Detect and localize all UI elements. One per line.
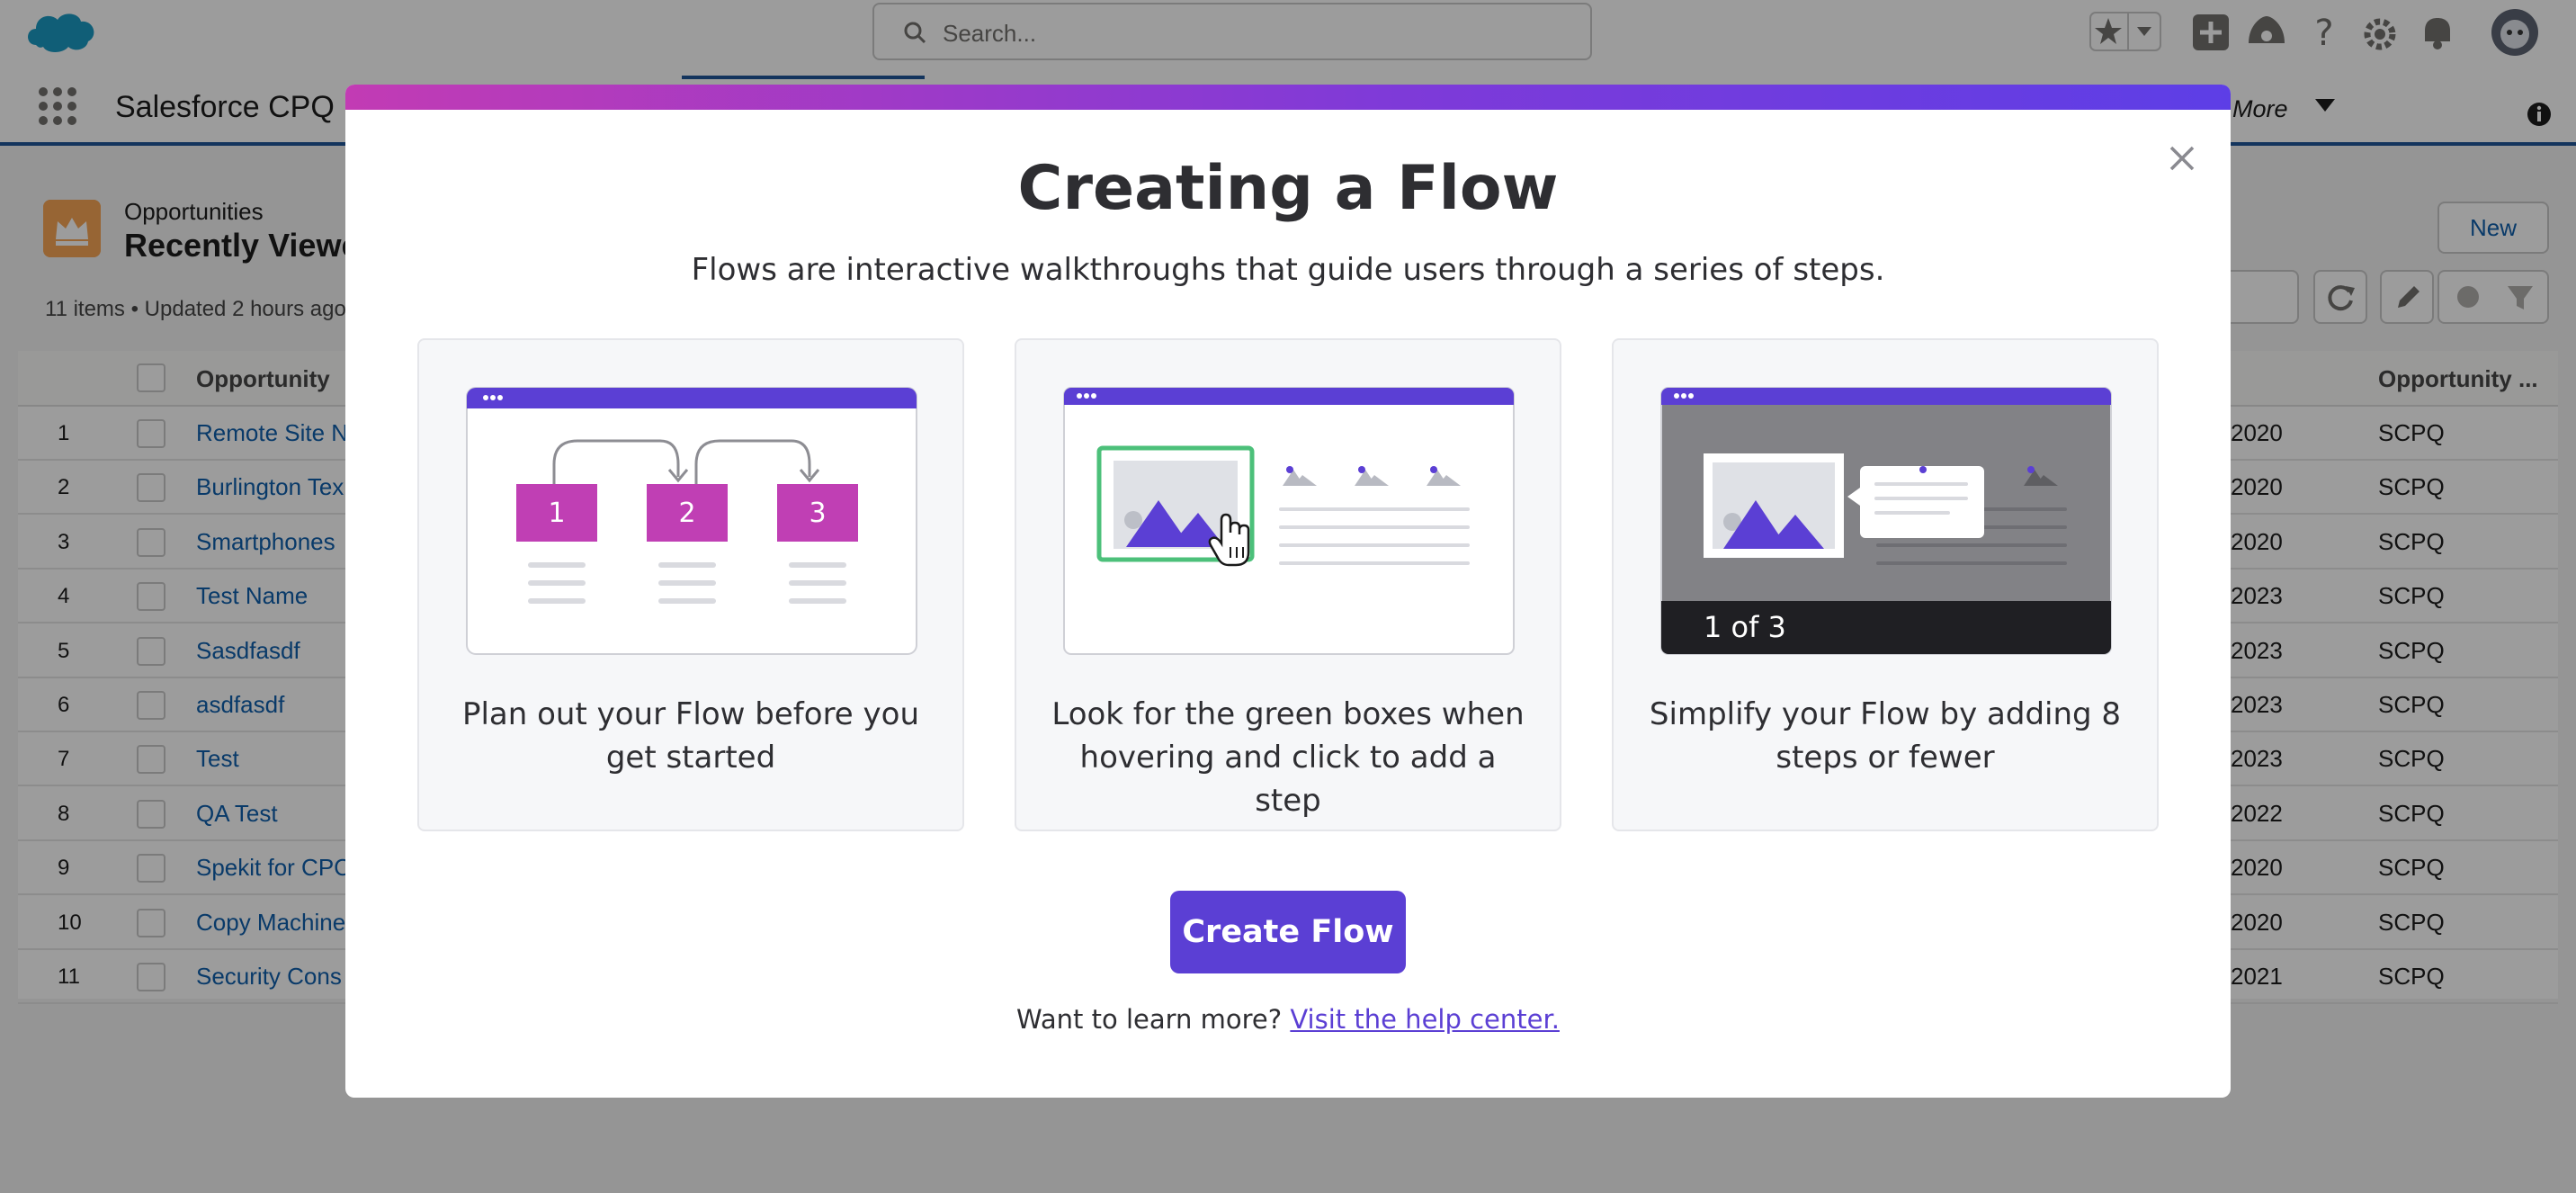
modal-title: Creating a Flow [1017,153,1559,224]
step-label-1: 1 [548,498,565,529]
step-counter-badge: 1 of 3 [1704,610,1786,644]
step-label-3: 3 [809,498,826,529]
help-center-link[interactable]: Visit the help center. [1290,1004,1560,1035]
tip-card-plan: 1 2 3 Plan out your Flow before you get … [417,338,964,831]
learn-more-line: Want to learn more? Visit the help cente… [345,1004,2231,1035]
tip-card-text: Simplify your Flow by adding 8 steps or … [1649,696,2122,776]
tip-card-text: Plan out your Flow before you get starte… [461,696,919,776]
tip-card-steps-limit: 1 of 3 Simplify your Flow by adding 8 st… [1612,338,2159,831]
tooltip-bubble [1860,466,1984,538]
tip-card-green-boxes: Look for the green boxes when hovering a… [1015,338,1561,831]
learn-more-prefix: Want to learn more? [1016,1004,1291,1035]
create-flow-button[interactable]: Create Flow [1170,891,1406,973]
steps-limit-illustration: 1 of 3 [1660,387,2112,655]
hover-add-step-illustration [1063,387,1515,655]
modal-gradient-bar [345,85,2231,110]
tip-card-text: Look for the green boxes when hovering a… [1051,696,1525,819]
step-label-2: 2 [678,498,695,529]
plan-steps-illustration: 1 2 3 [466,387,917,655]
creating-flow-modal: Creating a Flow Flows are interactive wa… [345,85,2231,1098]
modal-subtitle: Flows are interactive walkthroughs that … [691,252,1885,288]
